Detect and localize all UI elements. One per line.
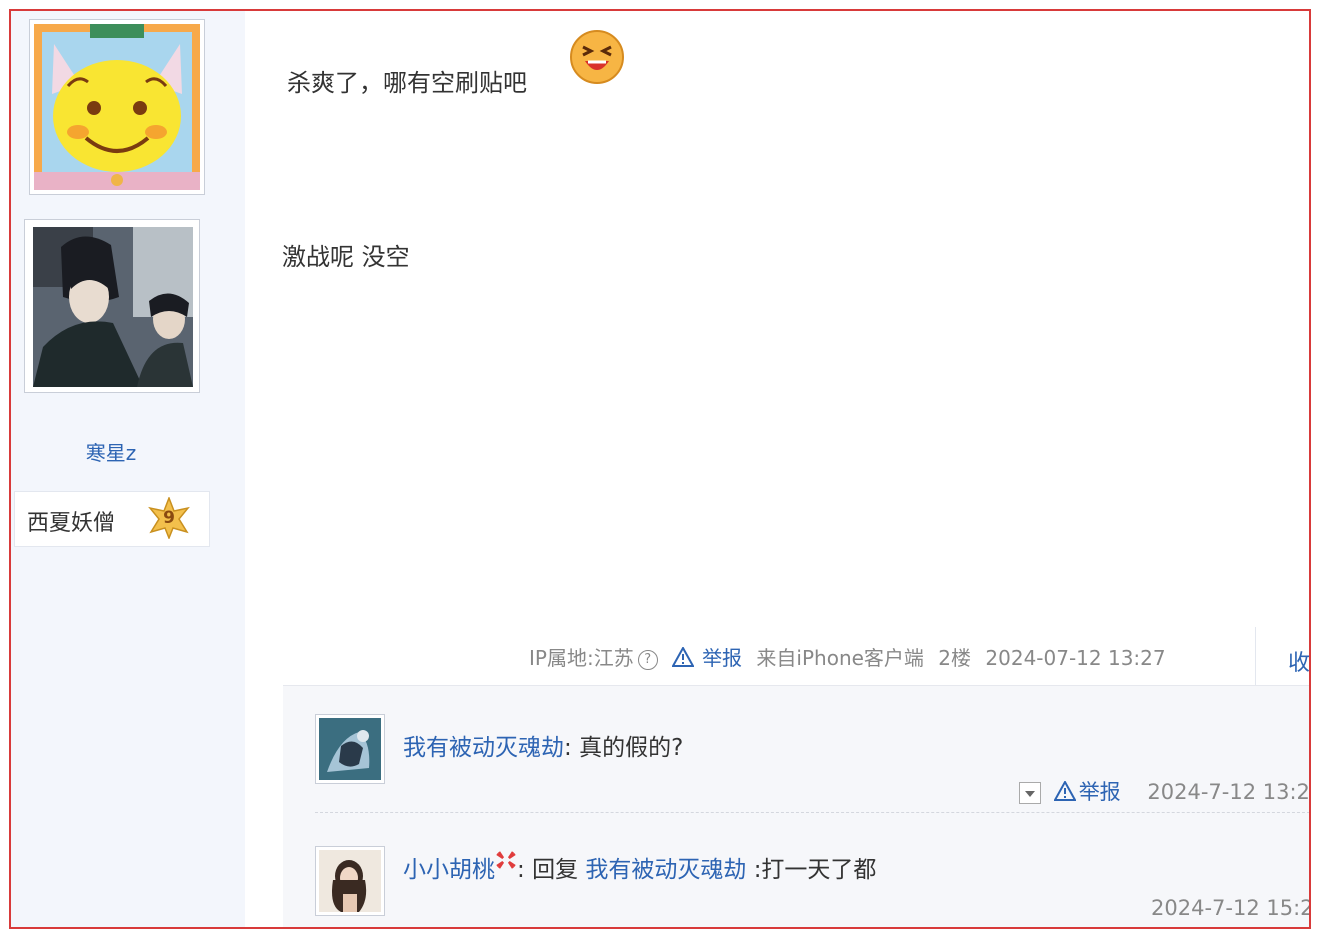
avatar-top[interactable] [29, 19, 205, 195]
author-level[interactable]: 西夏妖僧 9 [14, 491, 210, 547]
avatar-main[interactable] [24, 219, 200, 393]
level-number: 9 [163, 508, 175, 528]
report-button[interactable]: 举报 [671, 645, 743, 670]
reply-line: 我有被动灭魂劫: 真的假的? [403, 728, 683, 762]
post-text-2: 激战呢 没空 [282, 243, 410, 271]
reply-username[interactable]: 小小胡桃 [403, 857, 495, 883]
reply-avatar[interactable] [315, 846, 385, 916]
post-source: 来自iPhone客户端 [756, 646, 924, 670]
reply-item: 小小胡桃 : 回复 我有被动灭魂劫 :打一天了都 2024-7-12 15:20 [283, 814, 1311, 927]
reply-target-user[interactable]: 我有被动灭魂劫 [585, 857, 746, 883]
author-sidebar: 寒星z 西夏妖僧 9 [11, 11, 245, 927]
warning-icon [1052, 779, 1077, 806]
level-star-icon: 9 [148, 495, 190, 543]
warning-icon [671, 645, 695, 675]
reply-report-button[interactable]: 举报 [1052, 779, 1121, 806]
reply-time: 2024-7-12 13:23 [1147, 780, 1311, 804]
reply-divider [315, 812, 1309, 813]
laughing-emoji-icon [569, 29, 625, 89]
reply-report-label: 举报 [1078, 780, 1121, 804]
report-label: 举报 [702, 646, 743, 670]
reply-content: :打一天了都 [753, 857, 877, 883]
reply-time: 2024-7-12 15:20 [1151, 896, 1311, 920]
reply-footer: 2024-7-12 15:20 [1151, 896, 1311, 920]
level-name: 西夏妖僧 [27, 511, 116, 536]
reply-list: 我有被动灭魂劫: 真的假的? 举报 2024-7-12 13:23 小小胡桃:… [283, 685, 1311, 927]
post-frame: 寒星z 西夏妖僧 9 杀爽了，哪有空刷贴吧 激战呢 没空 IP属地:江苏? 举报… [9, 9, 1311, 929]
reply-separator: : [564, 735, 572, 761]
reply-footer: 举报 2024-7-12 13:23 [1019, 776, 1311, 806]
reply-prefix: 回复 [532, 857, 579, 883]
post-time: 2024-07-12 13:27 [985, 646, 1166, 670]
more-dropdown[interactable] [1019, 782, 1041, 804]
reply-line: 小小胡桃 : 回复 我有被动灭魂劫 :打一天了都 [403, 850, 876, 884]
reply-separator: : [517, 857, 525, 883]
reply-avatar[interactable] [315, 714, 385, 784]
post-text-1: 杀爽了，哪有空刷贴吧 [287, 69, 527, 97]
reply-item: 我有被动灭魂劫: 真的假的? 举报 2024-7-12 13:23 [283, 686, 1311, 813]
reply-content: 真的假的? [579, 735, 684, 761]
collapse-tab[interactable]: 收起 [1255, 627, 1311, 687]
angry-mark-icon [495, 850, 517, 876]
ip-location: IP属地:江苏 [529, 646, 634, 670]
collapse-label: 收起 [1288, 651, 1311, 676]
floor-number: 2楼 [938, 646, 972, 670]
help-icon[interactable]: ? [637, 649, 658, 670]
author-username[interactable]: 寒星z [11, 437, 211, 466]
post-meta: IP属地:江苏? 举报 来自iPhone客户端 2楼 2024-07-12 13… [529, 643, 1174, 673]
reply-username[interactable]: 我有被动灭魂劫 [403, 735, 564, 761]
